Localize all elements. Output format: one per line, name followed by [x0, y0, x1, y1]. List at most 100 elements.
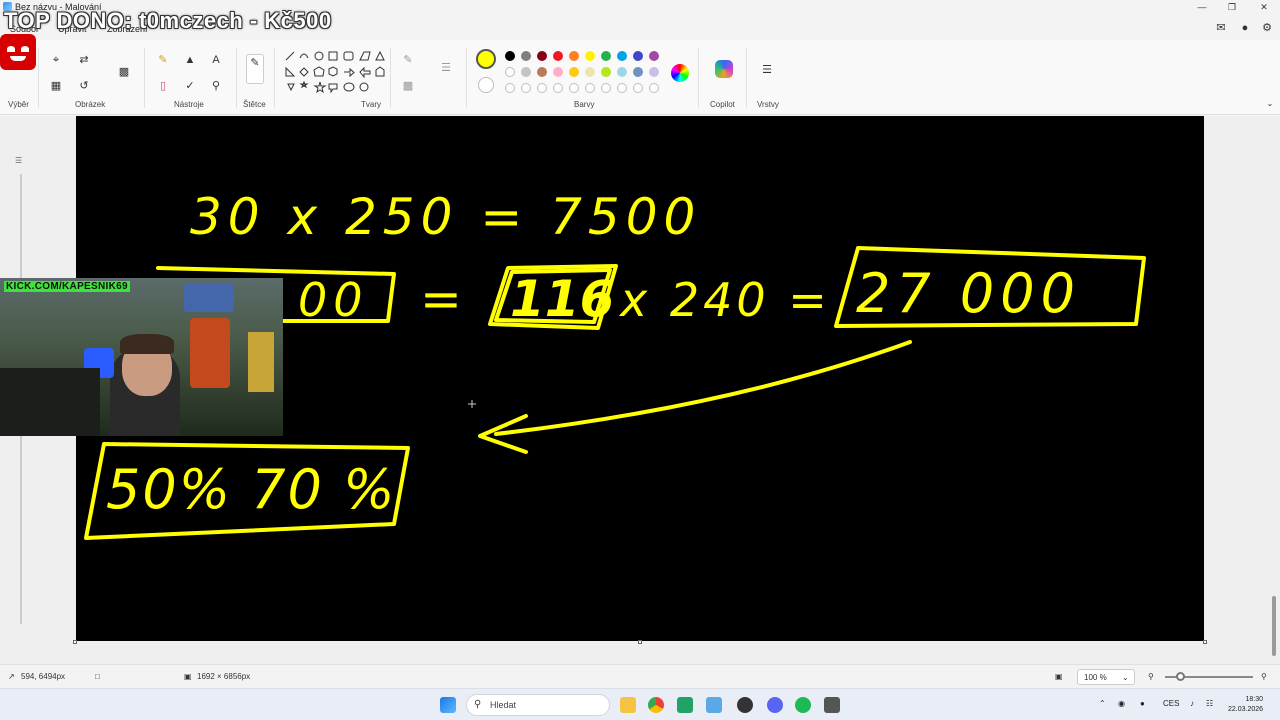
copilot-icon[interactable] — [715, 60, 733, 78]
paint-taskbar-icon[interactable] — [706, 697, 722, 713]
fit-to-window-icon[interactable]: ▣ — [1055, 672, 1063, 681]
equation-line-1: 30 x 250 = 7500 — [190, 188, 701, 246]
brush-icon[interactable]: ✎ — [246, 54, 264, 84]
ribbon-divider — [746, 48, 747, 108]
avatar-mouth — [10, 56, 26, 61]
zoom-in-icon[interactable]: ⚲ — [1261, 672, 1267, 681]
palette-color-swatch[interactable] — [649, 67, 659, 77]
account-icon[interactable]: ● — [1237, 20, 1253, 36]
zoom-out-icon[interactable]: ⚲ — [1148, 672, 1154, 681]
outline-icon[interactable]: ✎ — [400, 52, 416, 68]
palette-color-swatch[interactable] — [585, 67, 595, 77]
palette-color-swatch[interactable] — [633, 67, 643, 77]
settings-icon[interactable]: ⚙ — [1259, 20, 1275, 36]
palette-color-swatch[interactable] — [505, 51, 515, 61]
custom-color-slot[interactable] — [585, 83, 595, 93]
close-button[interactable]: ✕ — [1250, 1, 1278, 13]
tray-app-icon[interactable]: ◉ — [1118, 699, 1125, 708]
maximize-button[interactable]: ❐ — [1218, 1, 1246, 13]
palette-color-swatch[interactable] — [537, 51, 547, 61]
ribbon-divider — [236, 48, 237, 108]
resize-handle[interactable] — [73, 640, 77, 644]
custom-color-slot[interactable] — [537, 83, 547, 93]
calculator-icon[interactable] — [824, 697, 840, 713]
layers-icon[interactable]: ☰ — [759, 62, 775, 78]
system-clock[interactable]: 18:30 22.03.2026 — [1228, 695, 1263, 715]
palette-color-swatch[interactable] — [521, 51, 531, 61]
file-explorer-icon[interactable] — [620, 697, 636, 713]
palette-color-swatch[interactable] — [521, 67, 531, 77]
palette-color-swatch[interactable] — [601, 67, 611, 77]
palette-color-swatch[interactable] — [537, 67, 547, 77]
custom-color-slot[interactable] — [521, 83, 531, 93]
excel-icon[interactable] — [677, 697, 693, 713]
resize-icon[interactable]: ⇄ — [76, 52, 92, 68]
avatar-eye — [7, 46, 15, 52]
paint-window: Bez názvu - Malování — ❐ ✕ TOP DONO: t0m… — [0, 0, 1280, 720]
zoom-slider-thumb[interactable] — [1176, 672, 1185, 681]
custom-color-slot[interactable] — [553, 83, 563, 93]
shape-fill-icon[interactable]: ▩ — [400, 78, 416, 94]
discord-icon[interactable] — [767, 697, 783, 713]
size-icon[interactable]: ☰ — [438, 60, 454, 76]
palette-color-swatch[interactable] — [601, 51, 611, 61]
language-indicator[interactable]: CES — [1163, 699, 1179, 708]
active-color-swatch[interactable] — [476, 49, 496, 69]
ribbon: □ Výběr ⌖ ⇄ ▦ ↺ ▩ Obrázek ✎ ▲ A ▯ ✓ ⚲ Ná… — [0, 22, 1280, 115]
pencil-icon[interactable]: ✎ — [155, 52, 171, 68]
comments-icon[interactable]: ✉ — [1213, 20, 1229, 36]
network-icon[interactable]: ☷ — [1206, 699, 1213, 708]
custom-color-slot[interactable] — [505, 83, 515, 93]
palette-color-swatch[interactable] — [553, 67, 563, 77]
shapes-gallery-icon[interactable] — [284, 50, 392, 100]
speaker-icon[interactable]: ♪ — [1190, 699, 1194, 708]
custom-color-slot[interactable] — [617, 83, 627, 93]
custom-color-slot[interactable] — [601, 83, 611, 93]
start-icon[interactable] — [440, 697, 456, 713]
palette-color-swatch[interactable] — [633, 51, 643, 61]
ribbon-divider — [274, 48, 275, 108]
collapse-ribbon-icon[interactable]: ⌄ — [1262, 96, 1278, 112]
palette-color-swatch[interactable] — [585, 51, 595, 61]
palette-color-swatch[interactable] — [649, 51, 659, 61]
webcam-overlay: KICK.COM/KAPESNIK69 — [0, 278, 283, 436]
minimize-button[interactable]: — — [1188, 1, 1216, 13]
magnifier-icon[interactable]: ⚲ — [208, 78, 224, 94]
text-tool-icon[interactable]: A — [208, 52, 224, 68]
palette-color-swatch[interactable] — [553, 51, 563, 61]
custom-color-slot[interactable] — [569, 83, 579, 93]
image-creator-icon[interactable]: ▩ — [116, 64, 132, 80]
secondary-color-swatch[interactable] — [478, 77, 494, 93]
eraser-icon[interactable]: ▯ — [155, 78, 171, 94]
chevron-down-icon: ⌄ — [1122, 673, 1129, 682]
webcam-jersey — [190, 318, 230, 388]
cursor-icon: ↗ — [8, 672, 15, 681]
obs-icon[interactable] — [737, 697, 753, 713]
chrome-icon[interactable] — [648, 697, 664, 713]
palette-color-swatch[interactable] — [505, 67, 515, 77]
resize-handle[interactable] — [638, 640, 642, 644]
rotate-icon[interactable]: ↺ — [76, 78, 92, 94]
fill-bucket-icon[interactable]: ▲ — [182, 52, 198, 68]
spotify-icon[interactable] — [795, 697, 811, 713]
edit-colors-icon[interactable] — [671, 64, 689, 82]
zoom-dropdown[interactable]: 100 % ⌄ — [1077, 669, 1135, 685]
custom-color-slot[interactable] — [633, 83, 643, 93]
custom-color-slot[interactable] — [649, 83, 659, 93]
taskbar-search[interactable]: ⚲ Hledat — [466, 694, 610, 716]
background-removal-icon[interactable]: ▦ — [48, 78, 64, 94]
microphone-icon[interactable]: ● — [1140, 699, 1145, 708]
palette-color-swatch[interactable] — [617, 67, 627, 77]
vertical-scrollbar-thumb[interactable] — [1272, 596, 1276, 656]
group-label-select: Výběr — [8, 100, 29, 109]
ribbon-divider — [390, 48, 391, 108]
palette-color-swatch[interactable] — [569, 51, 579, 61]
search-placeholder: Hledat — [490, 700, 517, 710]
crop-icon[interactable]: ⌖ — [48, 52, 64, 68]
palette-color-swatch[interactable] — [569, 67, 579, 77]
palette-color-swatch[interactable] — [617, 51, 627, 61]
resize-handle[interactable] — [1203, 640, 1207, 644]
cursor-position: 594, 6494px — [21, 672, 66, 681]
tray-chevron-icon[interactable]: ⌃ — [1099, 699, 1106, 708]
color-picker-icon[interactable]: ✓ — [182, 78, 198, 94]
